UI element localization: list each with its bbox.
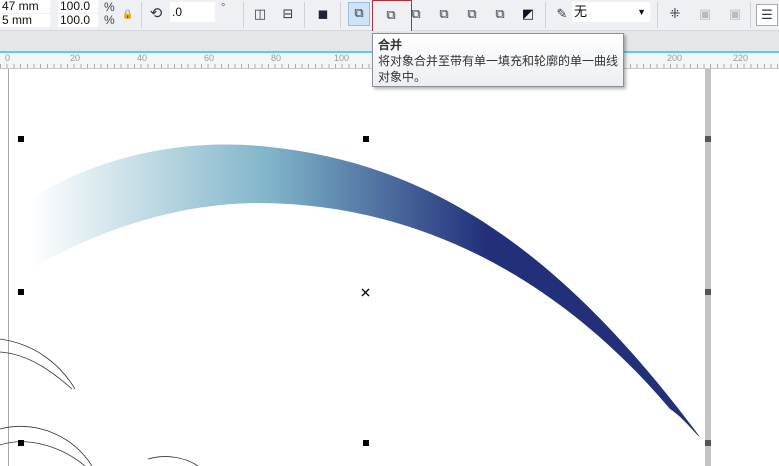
selection-handle[interactable] [18, 440, 24, 446]
rotation-field[interactable]: .0 [170, 2, 215, 22]
object-height-field[interactable]: 5 mm [0, 14, 50, 27]
front-minus-back-icon[interactable]: ⧉ [490, 4, 510, 24]
ruler-tick-label: 20 [70, 53, 81, 63]
scale-y-field[interactable]: 100.0 [58, 14, 98, 27]
page-handle [705, 289, 711, 295]
selection-handle[interactable] [363, 136, 369, 142]
combine-icon: ⧉ [386, 7, 396, 22]
ruler-tick-label: 220 [733, 53, 749, 63]
chevron-down-icon: ▼ [637, 7, 646, 17]
curve-outline [0, 425, 93, 466]
to-front-of-page-icon[interactable]: ▣ [695, 4, 715, 24]
mirror-vertical-icon[interactable]: ⊟ [278, 4, 298, 24]
outline-width-value: 无 [574, 4, 588, 19]
tooltip-text: 对象中。 [378, 70, 427, 84]
mirror-horizontal-icon[interactable]: ◫ [250, 4, 270, 24]
gradient-ribbon-shape [30, 144, 700, 438]
page-handle [705, 136, 711, 142]
ruler-tick-label: 40 [137, 53, 148, 63]
percent-label: % [104, 0, 115, 14]
curve-outline [0, 441, 86, 466]
selection-handle[interactable] [18, 289, 24, 295]
ruler-tick-label: 60 [204, 53, 215, 63]
align-icon[interactable]: ☰ [756, 4, 778, 26]
selection-handle[interactable] [363, 440, 369, 446]
object-width-field[interactable]: 47 mm [0, 0, 50, 13]
pen-outline-icon: ✎ [556, 6, 568, 21]
rotate-icon: ⟲ [149, 5, 163, 22]
page-handle [705, 440, 711, 446]
drawing-canvas[interactable] [0, 69, 779, 466]
wrap-text-icon[interactable]: ⁜ [665, 4, 685, 24]
back-minus-front-icon[interactable]: ◩ [518, 4, 538, 24]
ruler-tick-label: 100 [334, 53, 350, 63]
combine-tooltip: 合并 将对象合并至带有单一填充和轮廓的单一曲线 对象中。 [372, 33, 624, 87]
center-x-marker [361, 288, 370, 297]
property-bar: 47 mm 5 mm 100.0 100.0 % % 🔒 ⟲ .0 ° ◫ ⊟ … [0, 0, 779, 32]
degree-label: ° [221, 2, 226, 14]
lock-icon[interactable]: 🔒 [118, 4, 138, 24]
intersect-icon[interactable]: ⧉ [434, 4, 454, 24]
trim-icon[interactable]: ⧉ [406, 4, 426, 24]
weld-icon[interactable]: ⧉ [348, 2, 370, 26]
selection-handle[interactable] [18, 136, 24, 142]
tooltip-text: 将对象合并至带有单一填充和轮廓的单一曲线 [378, 54, 619, 68]
percent-label: % [104, 13, 115, 27]
to-front-icon[interactable]: ◼ [313, 4, 333, 24]
outline-width-select[interactable]: 无 ▼ [572, 2, 650, 22]
ruler-tick-label: 200 [667, 53, 683, 63]
ruler-tick-label: 80 [271, 53, 282, 63]
tooltip-title: 合并 [378, 38, 403, 52]
page-border-right [705, 69, 711, 466]
simplify-icon[interactable]: ⧉ [462, 4, 482, 24]
scale-x-field[interactable]: 100.0 [58, 0, 98, 13]
ruler-tick-label: 0 [5, 53, 11, 63]
curve-outline [147, 456, 199, 466]
to-back-of-page-icon[interactable]: ▣ [725, 4, 745, 24]
